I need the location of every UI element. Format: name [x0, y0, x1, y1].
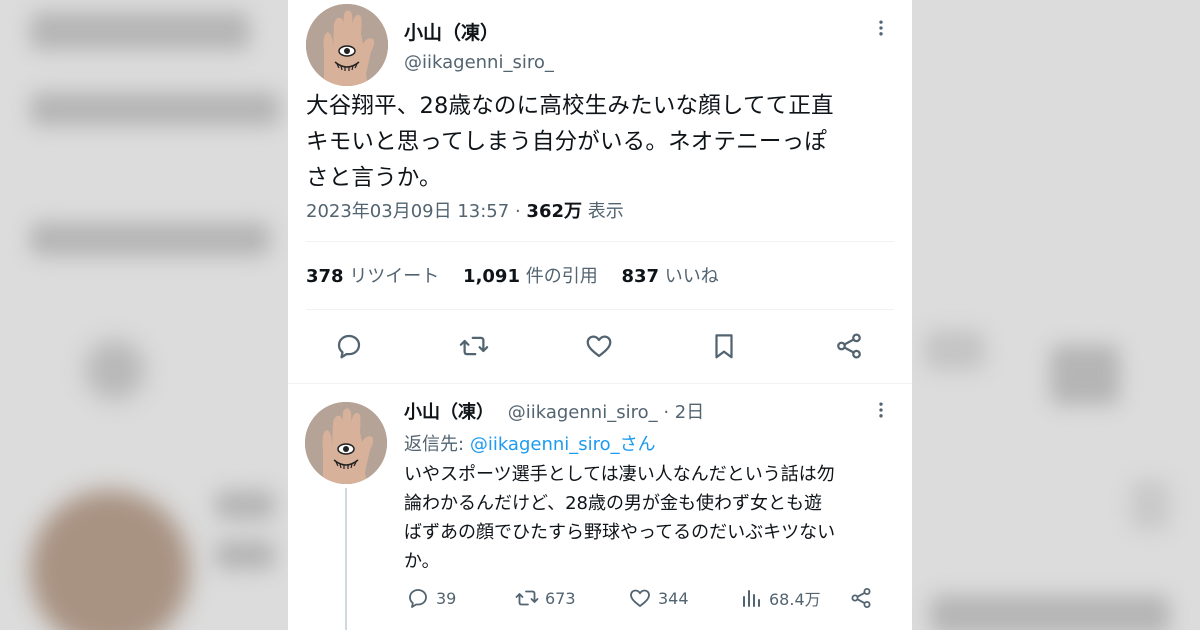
tweet-meta: 2023年03月09日 13:57 · 362万 表示 [306, 197, 624, 223]
reply-retweets-count: 673 [545, 588, 576, 608]
views-label: 表示 [587, 201, 624, 222]
reply-replies-count: 39 [436, 588, 457, 608]
reply-header: 小山（凍） @iikagenni_siro_ · 2日 [404, 398, 704, 424]
main-tweet: 小山（凍） @iikagenni_siro_ 大谷翔平、28歳なのに高校生みたい… [288, 0, 912, 383]
retweets-label: リツイート [349, 266, 440, 287]
reply-button[interactable] [331, 328, 367, 364]
reply-retweet-button[interactable]: 673 [515, 584, 576, 612]
retweet-icon [459, 336, 489, 356]
views-count: 362万 [526, 201, 582, 222]
author-name[interactable]: 小山（凍） [404, 18, 499, 45]
bookmark-button[interactable] [706, 328, 742, 364]
share-icon [837, 333, 861, 359]
tweet-text-line: キモいと思ってしまう自分がいる。ネオテニーっぽ [306, 129, 827, 155]
more-dots-icon [879, 402, 883, 418]
heart-icon [630, 589, 650, 607]
likes-count: 837 [621, 266, 660, 287]
replying-to-mention[interactable]: @iikagenni_siro_さん [470, 434, 656, 455]
reply-more-options-button[interactable] [869, 398, 893, 422]
retweet-icon [515, 590, 539, 606]
separator: · [663, 402, 670, 423]
quotes-count: 1,091 [463, 266, 520, 287]
replying-to-label: 返信先: [404, 434, 465, 455]
like-button[interactable] [581, 328, 617, 364]
reply-text: いやスポーツ選手としては凄い人なんだという話は勿 論わかるんだけど、28歳の男が… [404, 460, 890, 576]
reply-like-button[interactable]: 344 [628, 584, 689, 612]
reply-reply-button[interactable]: 39 [406, 584, 456, 612]
likes-label: いいね [664, 266, 719, 287]
reply-time[interactable]: 2日 [675, 402, 704, 423]
divider [306, 309, 894, 310]
more-options-button[interactable] [869, 16, 893, 40]
tweet-card: 小山（凍） @iikagenni_siro_ 大谷翔平、28歳なのに高校生みたい… [288, 0, 912, 630]
reply-views-button[interactable]: 68.4万 [739, 584, 821, 612]
quotes-stat[interactable]: 1,091 件の引用 [463, 266, 598, 287]
reply-share-button[interactable] [849, 584, 873, 612]
share-icon [851, 588, 871, 608]
tweet-text-line: さと言うか。 [306, 165, 442, 191]
likes-stat[interactable]: 837 いいね [621, 266, 718, 287]
retweets-stat[interactable]: 378 リツイート [306, 266, 439, 287]
replying-to: 返信先: @iikagenni_siro_さん [404, 430, 656, 456]
analytics-bars-icon [743, 590, 760, 607]
reply-likes-count: 344 [658, 588, 689, 608]
divider [306, 241, 894, 242]
reply-bubble-icon [409, 589, 427, 608]
bookmark-icon [715, 334, 733, 359]
tweet-text: 大谷翔平、28歳なのに高校生みたいな顔してて正直 キモいと思ってしまう自分がいる… [306, 88, 896, 196]
hand-drawing-avatar-image [306, 4, 388, 86]
tweet-text-line: 大谷翔平、28歳なのに高校生みたいな顔してて正直 [306, 93, 834, 119]
retweets-count: 378 [306, 266, 344, 287]
heart-icon [586, 335, 612, 358]
quotes-label: 件の引用 [525, 266, 598, 287]
separator: · [514, 201, 521, 222]
timestamp[interactable]: 2023年03月09日 13:57 [306, 201, 509, 222]
reply-author-handle[interactable]: @iikagenni_siro_ [508, 402, 658, 423]
more-dots-icon [879, 20, 883, 36]
thread-line [345, 488, 347, 630]
reply-avatar[interactable] [305, 402, 387, 484]
section-divider [288, 383, 912, 384]
reply-author-name[interactable]: 小山（凍） [404, 402, 494, 423]
retweet-button[interactable] [456, 328, 492, 364]
avatar[interactable] [306, 4, 388, 86]
hand-drawing-avatar-image [305, 402, 387, 484]
reply-text-line: ばずあの顔でひたすら野球やってるのだいぶキツない [404, 522, 836, 543]
reply-text-line: 論わかるんだけど、28歳の男が金も使わず女とも遊 [404, 493, 823, 514]
engagement-stats: 378 リツイート 1,091 件の引用 837 いいね [306, 262, 737, 288]
reply-text-line: いやスポーツ選手としては凄い人なんだという話は勿 [404, 464, 835, 485]
reply-text-line: か。 [404, 551, 440, 572]
author-handle[interactable]: @iikagenni_siro_ [404, 52, 554, 73]
share-button[interactable] [831, 328, 867, 364]
reply-bubble-icon [337, 334, 361, 359]
reply-views-count: 68.4万 [769, 590, 821, 609]
